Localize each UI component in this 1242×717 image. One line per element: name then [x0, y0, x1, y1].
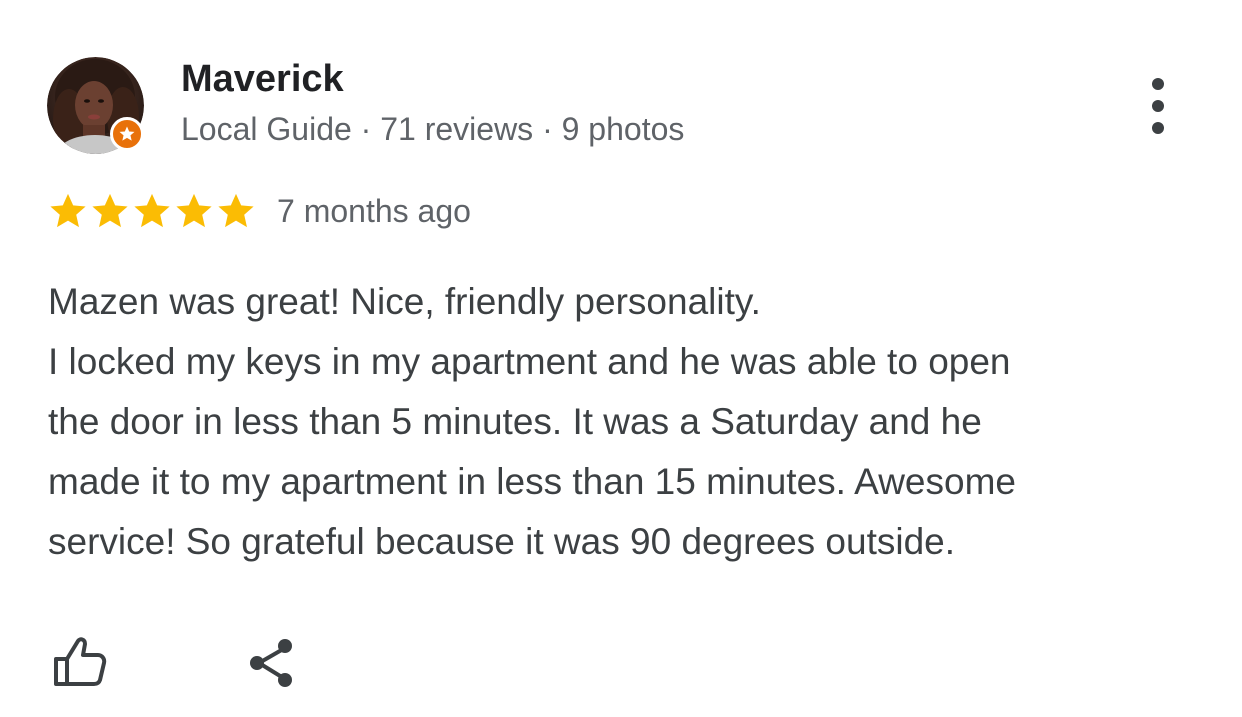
review-line: made it to my apartment in less than 15 … [48, 461, 1016, 502]
review-card: Maverick Local Guide · 71 reviews · 9 ph… [0, 0, 1242, 717]
star-rating [47, 190, 257, 232]
review-actions [47, 630, 305, 694]
star-icon [218, 193, 254, 228]
share-icon [250, 639, 292, 687]
more-vert-icon-dot [1152, 100, 1164, 112]
star-icon [176, 193, 212, 228]
review-text: Mazen was great! Nice, friendly personal… [48, 272, 1188, 572]
rating-row: 7 months ago [47, 190, 471, 232]
thumbs-up-icon [54, 637, 107, 686]
star-icon [92, 193, 128, 228]
review-line: service! So grateful because it was 90 d… [48, 521, 956, 562]
reviewer-name[interactable]: Maverick [181, 58, 344, 101]
local-guide-star-icon [119, 126, 135, 141]
review-line: I locked my keys in my apartment and he … [48, 341, 1011, 382]
like-button[interactable] [47, 630, 111, 694]
local-guide-badge [110, 117, 144, 151]
review-line: the door in less than 5 minutes. It was … [48, 401, 982, 442]
star-icon [50, 193, 86, 228]
share-button[interactable] [241, 630, 305, 694]
review-time: 7 months ago [277, 192, 471, 229]
more-vert-icon [1152, 78, 1164, 90]
avatar-container[interactable] [47, 57, 144, 154]
star-icon [134, 193, 170, 228]
reviewer-meta: Local Guide · 71 reviews · 9 photos [181, 111, 685, 147]
more-vert-icon-dot [1152, 122, 1164, 134]
more-options-button[interactable] [1138, 78, 1178, 134]
review-line: Mazen was great! Nice, friendly personal… [48, 281, 761, 322]
